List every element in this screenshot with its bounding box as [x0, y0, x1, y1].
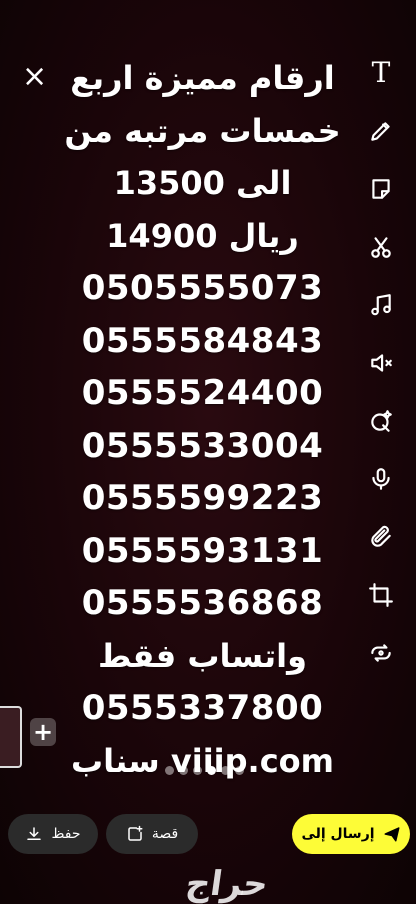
- phone-number: 0505555073: [81, 268, 324, 308]
- page-dot: [193, 766, 202, 775]
- page-dot: [165, 766, 174, 775]
- page-dot: [179, 766, 188, 775]
- phone-number: 0555337800: [81, 688, 324, 728]
- watermark-logo: حراج: [183, 864, 271, 904]
- add-story-icon: [128, 825, 143, 841]
- music-icon[interactable]: [366, 290, 396, 320]
- media-thumbnail[interactable]: [0, 706, 22, 768]
- crop-icon[interactable]: [366, 580, 396, 610]
- add-media-button[interactable]: +: [30, 718, 56, 746]
- text-line: 13500 الى: [113, 164, 292, 202]
- editing-toolbar: T: [366, 58, 396, 696]
- send-label: إرسال إلى: [301, 826, 375, 842]
- story-label: قصة: [151, 826, 179, 842]
- text-line: خمسات مرتبه من: [64, 111, 341, 150]
- send-arrow-icon: [384, 827, 400, 842]
- page-dot: [221, 766, 230, 775]
- download-icon: [27, 827, 42, 840]
- save-label: حفظ: [51, 826, 81, 842]
- story-button[interactable]: قصة: [106, 814, 198, 854]
- phone-number: 0555584843: [81, 320, 324, 361]
- phone-number: 0555536868: [81, 583, 324, 623]
- paperclip-icon[interactable]: [366, 522, 396, 552]
- send-to-button[interactable]: إرسال إلى: [292, 814, 410, 854]
- phone-number: 0555533004: [81, 425, 324, 466]
- mute-icon[interactable]: [366, 348, 396, 378]
- text-line: واتساب فقط: [98, 636, 307, 675]
- text-line: 14900 ريال: [106, 216, 299, 255]
- magic-icon[interactable]: [366, 406, 396, 436]
- loop-icon[interactable]: [366, 638, 396, 668]
- phone-number: 0555593131: [81, 530, 324, 571]
- phone-number: 0555524400: [81, 373, 324, 413]
- phone-number: 0555599223: [81, 478, 324, 518]
- sticker-icon[interactable]: [366, 174, 396, 204]
- text-line: سناب viiip.com: [71, 741, 334, 780]
- close-icon[interactable]: ×: [22, 62, 47, 92]
- scissors-icon[interactable]: [366, 232, 396, 262]
- text-icon[interactable]: T: [366, 58, 396, 88]
- text-glyph: T: [371, 56, 391, 89]
- page-dot-active: [207, 766, 216, 775]
- text-line: ارقام مميزة اربع: [70, 59, 335, 97]
- post-text-overlay: ارقام مميزة اربع خمسات مرتبه من 13500 ال…: [50, 52, 355, 787]
- page-indicator: [165, 766, 244, 775]
- mic-icon[interactable]: [366, 464, 396, 494]
- bottom-action-bar: حفظ قصة إرسال إلى: [0, 806, 416, 864]
- save-button[interactable]: حفظ: [8, 814, 98, 854]
- page-dot: [235, 766, 244, 775]
- pencil-icon[interactable]: [366, 116, 396, 146]
